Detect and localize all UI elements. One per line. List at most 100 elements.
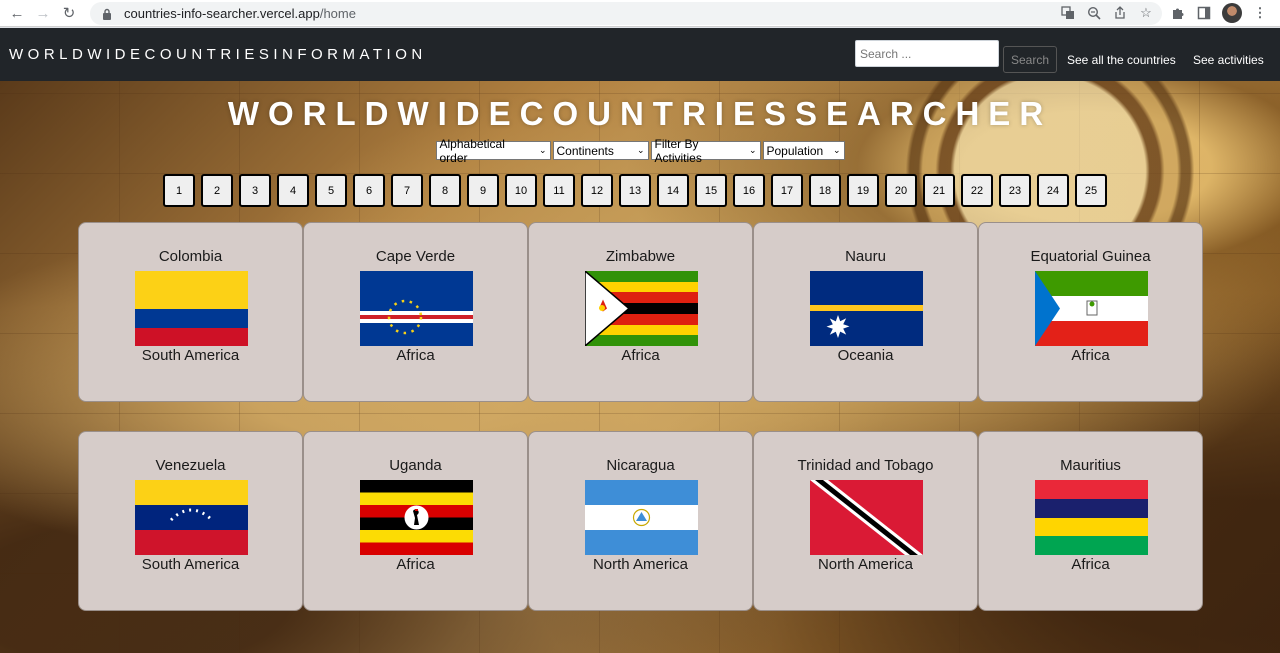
page-button[interactable]: 21 <box>923 174 955 207</box>
venezuela-flag-icon <box>135 480 248 555</box>
search-input[interactable] <box>855 40 999 67</box>
page-button[interactable]: 11 <box>543 174 575 207</box>
page-button[interactable]: 12 <box>581 174 613 207</box>
address-bar-icons: ☆ <box>1060 5 1154 21</box>
search-button[interactable]: Search <box>1003 46 1057 73</box>
page-button[interactable]: 4 <box>277 174 309 207</box>
url-host: countries-info-searcher.vercel.app <box>124 6 320 21</box>
country-continent: South America <box>141 347 240 364</box>
main-content: WORLDWIDECOUNTRIESSEARCHER Alphabetical … <box>0 81 1280 653</box>
mauritius-flag-icon <box>1035 480 1148 555</box>
reload-icon[interactable]: ↻ <box>56 0 82 27</box>
page-button[interactable]: 5 <box>315 174 347 207</box>
country-card[interactable]: Mauritius Africa <box>978 431 1203 611</box>
page-button[interactable]: 18 <box>809 174 841 207</box>
lock-icon <box>100 7 114 21</box>
forward-arrow-icon[interactable]: → <box>30 0 56 27</box>
page-button[interactable]: 2 <box>201 174 233 207</box>
equatorial-guinea-flag-icon <box>1035 271 1148 346</box>
menu-kebab-icon[interactable]: ⋮ <box>1252 5 1268 21</box>
country-continent: Africa <box>396 347 435 364</box>
country-continent: South America <box>141 556 240 573</box>
country-name: Colombia <box>158 248 223 265</box>
url-path: /home <box>319 6 356 21</box>
trinidad-and-tobago-flag-icon <box>810 480 923 555</box>
continent-select[interactable]: Continents ⌄ <box>552 141 649 160</box>
country-name: Nicaragua <box>606 457 675 474</box>
page-button[interactable]: 13 <box>619 174 651 207</box>
colombia-flag-icon <box>135 271 248 346</box>
country-card[interactable]: Uganda Africa <box>303 431 528 611</box>
extensions-puzzle-icon[interactable] <box>1170 5 1186 21</box>
country-card[interactable]: Colombia South America <box>78 222 303 402</box>
page-button[interactable]: 16 <box>733 174 765 207</box>
page-button[interactable]: 19 <box>847 174 879 207</box>
country-name: Venezuela <box>155 457 226 474</box>
app-navbar: WORLDWIDECOUNTRIESINFORMATION Search See… <box>0 28 1280 81</box>
page-title: WORLDWIDECOUNTRIESSEARCHER <box>227 95 1053 132</box>
continent-select-value: Continents <box>556 143 614 158</box>
bookmark-star-icon[interactable]: ☆ <box>1138 5 1154 21</box>
order-select-value: Alphabetical order <box>439 136 505 165</box>
page-button[interactable]: 3 <box>239 174 271 207</box>
country-name: Nauru <box>845 248 886 265</box>
country-continent: North America <box>592 556 689 573</box>
country-card[interactable]: Trinidad and Tobago North America <box>753 431 978 611</box>
country-card[interactable]: Equatorial Guinea Africa <box>978 222 1203 402</box>
profile-avatar[interactable] <box>1222 3 1242 23</box>
page-button[interactable]: 7 <box>391 174 423 207</box>
population-select[interactable]: Population ⌄ <box>762 141 845 160</box>
country-card[interactable]: Venezuela South America <box>78 431 303 611</box>
zoom-icon[interactable] <box>1086 5 1102 21</box>
extension-icons: ⋮ <box>1170 3 1268 23</box>
page-button[interactable]: 6 <box>353 174 385 207</box>
chevron-down-icon: ⌄ <box>538 145 547 155</box>
brand-title[interactable]: WORLDWIDECOUNTRIESINFORMATION <box>9 46 427 63</box>
browser-toolbar: ← → ↻ countries-info-searcher.vercel.app… <box>0 0 1280 27</box>
nicaragua-flag-icon <box>585 480 698 555</box>
page-button[interactable]: 25 <box>1075 174 1107 207</box>
country-name: Zimbabwe <box>605 248 676 265</box>
pagination: 1 2 3 4 5 6 7 8 9 10 11 12 13 14 15 16 1… <box>163 174 1107 207</box>
country-continent: Africa <box>1071 347 1110 364</box>
country-card[interactable]: Nicaragua North America <box>528 431 753 611</box>
address-bar[interactable]: countries-info-searcher.vercel.app/home … <box>90 2 1162 25</box>
page-button[interactable]: 15 <box>695 174 727 207</box>
country-card[interactable]: Zimbabwe Africa <box>528 222 753 402</box>
page-button[interactable]: 22 <box>961 174 993 207</box>
country-name: Trinidad and Tobago <box>797 457 934 474</box>
share-icon[interactable] <box>1112 5 1128 21</box>
country-card[interactable]: Nauru Oceania <box>753 222 978 402</box>
page-button[interactable]: 14 <box>657 174 689 207</box>
translate-icon[interactable] <box>1060 5 1076 21</box>
nav-link-activities[interactable]: See activities <box>1193 53 1264 67</box>
country-name: Cape Verde <box>375 248 456 265</box>
country-continent: North America <box>817 556 914 573</box>
filter-bar: Alphabetical order ⌄ Continents ⌄ Filter B… <box>0 137 1280 165</box>
country-card[interactable]: Cape Verde Africa <box>303 222 528 402</box>
country-continent: Oceania <box>837 347 894 364</box>
activity-select[interactable]: Filter By Activities ⌄ <box>650 137 761 165</box>
country-name: Uganda <box>389 457 442 474</box>
country-continent: Africa <box>396 556 435 573</box>
nav-link-all-countries[interactable]: See all the countries <box>1067 53 1176 67</box>
nauru-flag-icon <box>810 271 923 346</box>
page-button[interactable]: 23 <box>999 174 1031 207</box>
cape-verde-flag-icon <box>360 271 473 346</box>
chevron-down-icon: ⌄ <box>636 145 645 155</box>
side-panel-icon[interactable] <box>1196 5 1212 21</box>
activity-select-value: Filter By Activities <box>654 136 702 165</box>
order-select[interactable]: Alphabetical order ⌄ <box>435 137 551 165</box>
page-button[interactable]: 24 <box>1037 174 1069 207</box>
zimbabwe-flag-icon <box>585 271 698 346</box>
page-button[interactable]: 8 <box>429 174 461 207</box>
country-continent: Africa <box>1071 556 1110 573</box>
page-button[interactable]: 17 <box>771 174 803 207</box>
page-button[interactable]: 10 <box>505 174 537 207</box>
population-select-value: Population <box>766 143 824 158</box>
page-button[interactable]: 9 <box>467 174 499 207</box>
page-button[interactable]: 1 <box>163 174 195 207</box>
back-arrow-icon[interactable]: ← <box>4 0 30 27</box>
uganda-flag-icon <box>360 480 473 555</box>
page-button[interactable]: 20 <box>885 174 917 207</box>
